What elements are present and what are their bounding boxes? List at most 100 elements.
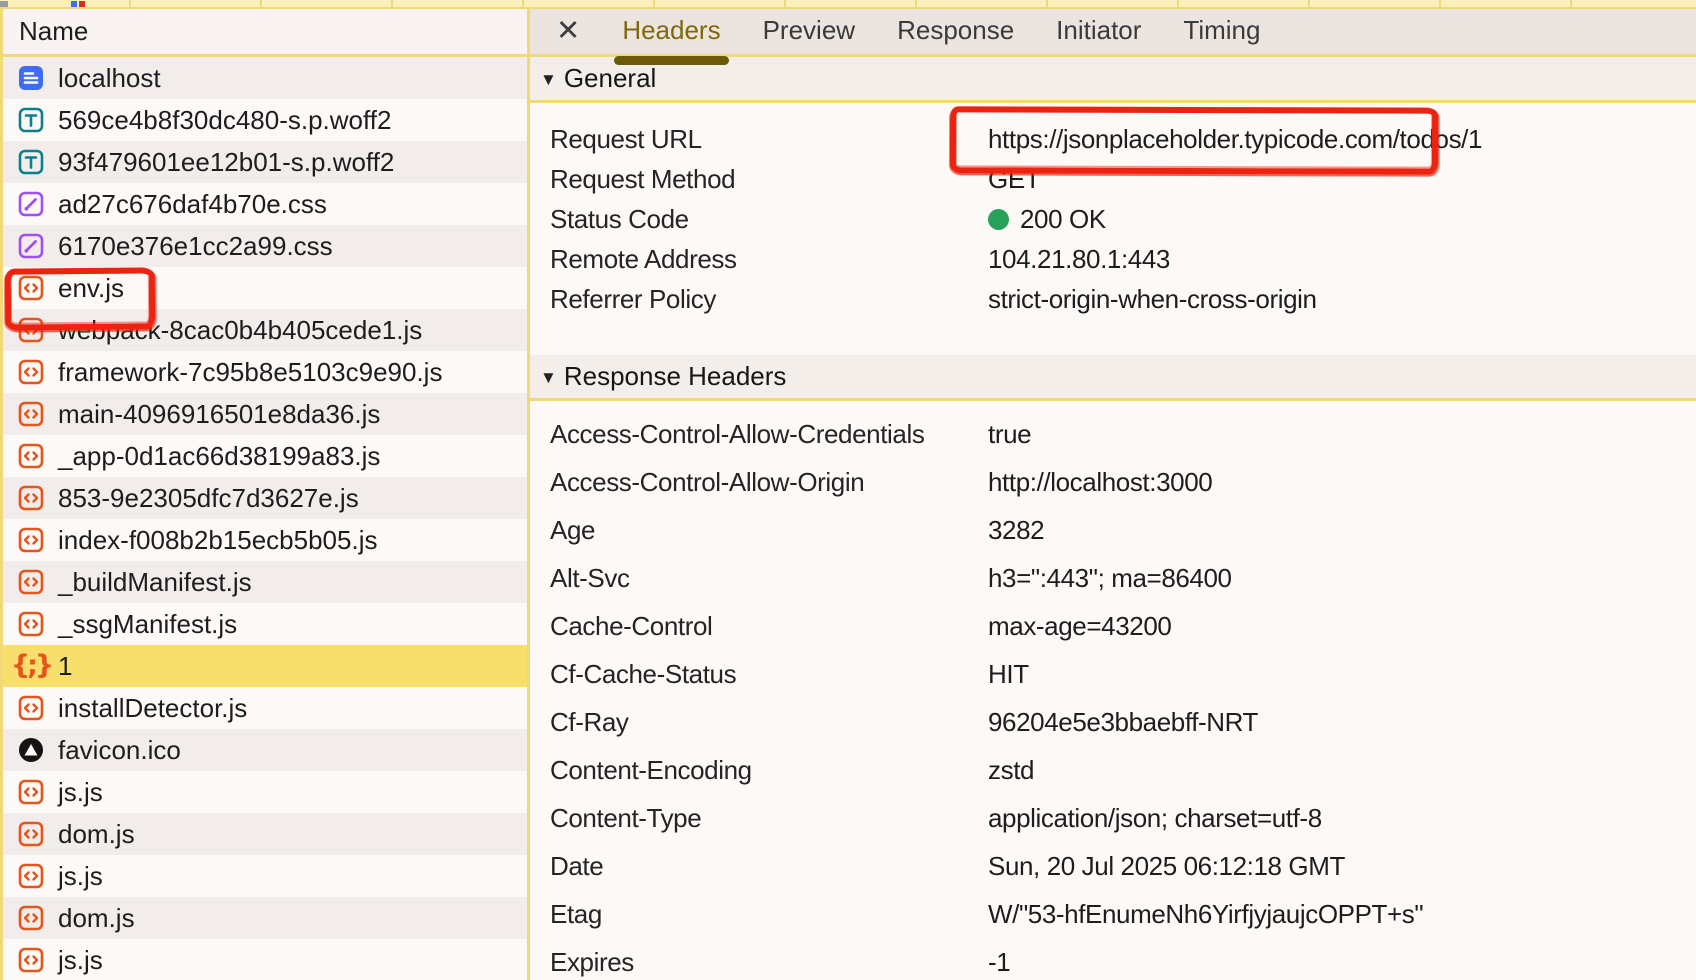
tab-preview[interactable]: Preview: [763, 11, 855, 52]
header-value: https://jsonplaceholder.typicode.com/tod…: [988, 124, 1482, 155]
header-name: Request Method: [550, 164, 988, 195]
tab-strip: Headers Preview Response Initiator Timing: [580, 11, 1260, 52]
document-icon: [17, 64, 45, 92]
header-row-date: DateSun, 20 Jul 2025 06:12:18 GMT: [530, 842, 1696, 890]
request-name: _ssgManifest.js: [58, 609, 237, 640]
tab-timing[interactable]: Timing: [1183, 11, 1260, 52]
disclosure-triangle-icon: ▼: [540, 70, 557, 90]
header-row-expires: Expires-1: [530, 938, 1696, 980]
tab-headers[interactable]: Headers: [622, 11, 720, 52]
request-row-env-js[interactable]: env.js: [3, 267, 527, 309]
header-row-access-control-allow-origin: Access-Control-Allow-Originhttp://localh…: [530, 458, 1696, 506]
request-row-main-4096916501e8da36-js[interactable]: main-4096916501e8da36.js: [3, 393, 527, 435]
request-row-js-js[interactable]: js.js: [3, 855, 527, 897]
request-rows: localhost 569ce4b8f30dc480-s.p.woff2 93f47…: [3, 57, 527, 980]
name-column-header[interactable]: Name: [3, 9, 527, 57]
script-icon: [17, 820, 45, 848]
header-row-access-control-allow-credentials: Access-Control-Allow-Credentialstrue: [530, 410, 1696, 458]
request-row-569ce4b8f30dc480-s-p-woff2[interactable]: 569ce4b8f30dc480-s.p.woff2: [3, 99, 527, 141]
request-row-index-f008b2b15ecb5b05-js[interactable]: index-f008b2b15ecb5b05.js: [3, 519, 527, 561]
request-name: 1: [58, 651, 72, 682]
header-value: HIT: [988, 659, 1029, 690]
font-icon: [17, 148, 45, 176]
header-value: 3282: [988, 515, 1044, 546]
request-row--ssgmanifest-js[interactable]: _ssgManifest.js: [3, 603, 527, 645]
request-row-dom-js[interactable]: dom.js: [3, 897, 527, 939]
request-name: installDetector.js: [58, 693, 247, 724]
request-row--app-0d1ac66d38199a83-js[interactable]: _app-0d1ac66d38199a83.js: [3, 435, 527, 477]
request-row-js-js[interactable]: js.js: [3, 939, 527, 980]
header-row-cache-control: Cache-Controlmax-age=43200: [530, 602, 1696, 650]
request-row-1[interactable]: {;}1: [3, 645, 527, 687]
header-name: Access-Control-Allow-Credentials: [550, 419, 988, 450]
header-value: zstd: [988, 755, 1034, 786]
request-row-webpack-8cac0b4b405cede1-js[interactable]: webpack-8cac0b4b405cede1.js: [3, 309, 527, 351]
script-icon: [17, 862, 45, 890]
request-name: favicon.ico: [58, 735, 181, 766]
request-name: 569ce4b8f30dc480-s.p.woff2: [58, 105, 391, 136]
tab-response[interactable]: Response: [897, 11, 1014, 52]
request-name: _app-0d1ac66d38199a83.js: [58, 441, 380, 472]
request-row-installdetector-js[interactable]: installDetector.js: [3, 687, 527, 729]
script-icon: [17, 274, 45, 302]
header-name: Content-Encoding: [550, 755, 988, 786]
header-row-referrer-policy: Referrer Policystrict-origin-when-cross-…: [530, 279, 1696, 319]
disclosure-triangle-icon: ▼: [540, 368, 557, 388]
header-name: Etag: [550, 899, 988, 930]
request-row-localhost[interactable]: localhost: [3, 57, 527, 99]
header-row-remote-address: Remote Address104.21.80.1:443: [530, 239, 1696, 279]
request-row-853-9e2305dfc7d3627e-js[interactable]: 853-9e2305dfc7d3627e.js: [3, 477, 527, 519]
header-name: Cf-Cache-Status: [550, 659, 988, 690]
request-name: main-4096916501e8da36.js: [58, 399, 380, 430]
header-name: Content-Type: [550, 803, 988, 834]
header-name: Age: [550, 515, 988, 546]
script-icon: [17, 400, 45, 428]
favicon-icon: [17, 736, 45, 764]
request-name: ad27c676daf4b70e.css: [58, 189, 327, 220]
details-tab-bar: ✕ Headers Preview Response Initiator Timing: [530, 9, 1696, 57]
network-overview-strip[interactable]: [0, 0, 1696, 9]
overview-tick-icon: [0, 1, 8, 7]
request-row-framework-7c95b8e5103c9e90-js[interactable]: framework-7c95b8e5103c9e90.js: [3, 351, 527, 393]
request-row-ad27c676daf4b70e-css[interactable]: ad27c676daf4b70e.css: [3, 183, 527, 225]
header-value: application/json; charset=utf-8: [988, 803, 1322, 834]
header-value: 200 OK: [988, 204, 1106, 235]
header-value: http://localhost:3000: [988, 467, 1212, 498]
header-row-cf-cache-status: Cf-Cache-StatusHIT: [530, 650, 1696, 698]
close-icon[interactable]: ✕: [556, 17, 580, 46]
tab-initiator[interactable]: Initiator: [1056, 11, 1141, 52]
request-row-js-js[interactable]: js.js: [3, 771, 527, 813]
header-name: Cf-Ray: [550, 707, 988, 738]
name-column-header-label: Name: [19, 16, 88, 47]
request-row--buildmanifest-js[interactable]: _buildManifest.js: [3, 561, 527, 603]
header-name: Alt-Svc: [550, 563, 988, 594]
request-name: js.js: [58, 777, 103, 808]
section-title: Response Headers: [564, 361, 787, 392]
header-value: strict-origin-when-cross-origin: [988, 284, 1317, 315]
header-name: Remote Address: [550, 244, 988, 275]
section-header-response-headers[interactable]: ▼ Response Headers: [530, 355, 1696, 401]
header-value: W/"53-hfEnumeNh6YirfjyjaujcOPPT+s": [988, 899, 1423, 930]
header-name: Date: [550, 851, 988, 882]
request-name: localhost: [58, 63, 161, 94]
request-row-93f479601ee12b01-s-p-woff2[interactable]: 93f479601ee12b01-s.p.woff2: [3, 141, 527, 183]
request-row-dom-js[interactable]: dom.js: [3, 813, 527, 855]
header-row-alt-svc: Alt-Svch3=":443"; ma=86400: [530, 554, 1696, 602]
request-name: webpack-8cac0b4b405cede1.js: [58, 315, 422, 346]
request-details-panel: ✕ HeadersPreviewResponseInitiatorTiming …: [527, 9, 1696, 980]
header-value: true: [988, 419, 1031, 450]
header-value: GET: [988, 164, 1040, 195]
stylesheet-icon: [17, 232, 45, 260]
header-row-content-encoding: Content-Encodingzstd: [530, 746, 1696, 794]
script-icon: [17, 358, 45, 386]
request-name: 853-9e2305dfc7d3627e.js: [58, 483, 359, 514]
section-content-general: Request URLhttps://jsonplaceholder.typic…: [530, 103, 1696, 338]
script-icon: [17, 484, 45, 512]
header-row-request-method: Request MethodGET: [530, 159, 1696, 199]
request-row-6170e376e1cc2a99-css[interactable]: 6170e376e1cc2a99.css: [3, 225, 527, 267]
script-icon: [17, 568, 45, 596]
stylesheet-icon: [17, 190, 45, 218]
header-value: 104.21.80.1:443: [988, 244, 1170, 275]
request-row-favicon-ico[interactable]: favicon.ico: [3, 729, 527, 771]
script-icon: [17, 610, 45, 638]
